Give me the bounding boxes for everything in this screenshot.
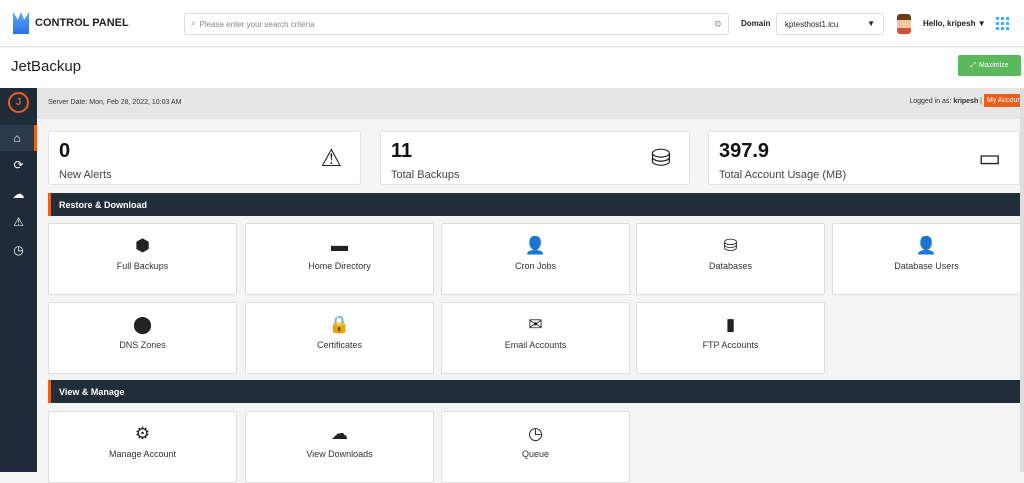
warning-icon[interactable]: ⚠ xyxy=(0,209,37,235)
maximize-label: Maximize xyxy=(979,62,1009,69)
chevron-down-icon: ▼ xyxy=(977,19,986,28)
logged-in-user: kripesh xyxy=(953,98,979,105)
database-icon: ⛁ xyxy=(723,236,738,255)
logged-in-label: Logged in as: xyxy=(909,98,952,105)
tile-label: DNS Zones xyxy=(119,340,166,350)
tile-databases[interactable]: ⛁ Databases xyxy=(636,223,825,295)
lock-icon: 🔒 xyxy=(328,315,351,334)
tile-cron-jobs[interactable]: 👤 Cron Jobs xyxy=(441,223,630,295)
domain-value: kptesthost1.icu xyxy=(785,20,839,29)
clock-icon[interactable]: ◷ xyxy=(0,237,37,263)
tile-database-users[interactable]: 👤 Database Users xyxy=(832,223,1021,295)
stat-value: 0 xyxy=(59,140,71,162)
tile-email-accounts[interactable]: ✉ Email Accounts xyxy=(441,302,630,374)
tile-label: Queue xyxy=(521,449,550,459)
server-bar: Server Date: Mon, Feb 28, 2022, 10:03 AM… xyxy=(37,88,1024,119)
warning-icon: ⚠ xyxy=(320,145,342,172)
tile-ftp-accounts[interactable]: ▮ FTP Accounts xyxy=(636,302,825,374)
search-placeholder: Please enter your search criteria xyxy=(199,19,315,29)
envelope-icon: ✉ xyxy=(528,315,543,334)
gear-icon: ⚙ xyxy=(134,424,151,443)
tile-label: FTP Accounts xyxy=(702,340,759,350)
tile-dns-zones[interactable]: ⬤ DNS Zones xyxy=(48,302,237,374)
stat-value: 11 xyxy=(391,140,413,162)
section-restore-download: Restore & Download xyxy=(48,193,1020,216)
tile-label: Email Accounts xyxy=(504,340,567,350)
brand-name: CONTROL PANEL xyxy=(35,17,129,29)
tile-label: Databases xyxy=(708,261,753,271)
domain-select[interactable]: kptesthost1.icu ▼ xyxy=(776,13,884,35)
jetbackup-logo-icon[interactable]: J xyxy=(8,92,29,113)
stat-card-usage[interactable]: 397.9 Total Account Usage (MB) ▭ xyxy=(708,131,1020,185)
stat-label: Total Backups xyxy=(391,169,460,181)
tile-view-downloads[interactable]: ☁ View Downloads xyxy=(245,411,434,483)
tile-label: Certificates xyxy=(316,340,362,350)
domain-label: Domain xyxy=(741,19,771,28)
cloud-download-icon[interactable]: ☁ xyxy=(0,181,37,207)
apps-grid-icon[interactable] xyxy=(996,17,1009,30)
my-account-button[interactable]: My Account xyxy=(984,94,1024,107)
user-clock-icon: 👤 xyxy=(524,236,547,255)
tile-home-directory[interactable]: ▬ Home Directory xyxy=(245,223,434,295)
scrollbar[interactable] xyxy=(1020,88,1024,472)
maximize-button[interactable]: ⤢ Maximize xyxy=(958,55,1021,76)
hdd-icon: ▭ xyxy=(978,145,1001,172)
home-icon[interactable]: ⌂ xyxy=(0,125,37,151)
cloud-download-icon: ☁ xyxy=(331,424,348,443)
stat-label: New Alerts xyxy=(59,169,112,181)
file-icon: ▮ xyxy=(725,315,736,334)
refresh-icon[interactable]: ⟳ xyxy=(0,152,37,178)
search-input[interactable]: ⌕ Please enter your search criteria ⚙ xyxy=(184,13,729,35)
tile-full-backups[interactable]: ⬢ Full Backups xyxy=(48,223,237,295)
logged-in-info: Logged in as: kripesh | xyxy=(909,98,982,105)
avatar[interactable] xyxy=(897,14,911,34)
brand-logo[interactable]: CONTROL PANEL xyxy=(13,12,129,34)
tile-label: View Downloads xyxy=(306,449,373,459)
chevron-down-icon: ▼ xyxy=(867,19,875,28)
tile-label: Manage Account xyxy=(108,449,177,459)
settings-icon[interactable]: ⚙ xyxy=(714,19,722,30)
page-title: JetBackup xyxy=(11,58,82,75)
top-header: CONTROL PANEL ⌕ Please enter your search … xyxy=(0,0,1024,47)
stat-label: Total Account Usage (MB) xyxy=(719,169,847,181)
stat-card-alerts[interactable]: 0 New Alerts ⚠ xyxy=(48,131,361,185)
tile-label: Cron Jobs xyxy=(514,261,557,271)
logo-icon xyxy=(13,12,29,34)
sidebar: J ⌂ ⟳ ☁ ⚠ ◷ xyxy=(0,88,37,472)
server-date: Server Date: Mon, Feb 28, 2022, 10:03 AM xyxy=(48,99,182,106)
section-view-manage: View & Manage xyxy=(48,380,1020,403)
greeting: Hello, kripesh xyxy=(923,19,976,28)
maximize-icon: ⤢ xyxy=(970,61,977,69)
clock-icon: ◷ xyxy=(528,424,543,443)
search-icon: ⌕ xyxy=(191,19,196,28)
stat-card-backups[interactable]: 11 Total Backups ⛁ xyxy=(380,131,690,185)
tile-manage-account[interactable]: ⚙ Manage Account xyxy=(48,411,237,483)
user-tie-icon: 👤 xyxy=(915,236,938,255)
tile-queue[interactable]: ◷ Queue xyxy=(441,411,630,483)
map-marker-icon: ⬤ xyxy=(132,315,153,334)
title-bar: JetBackup ⤢ Maximize xyxy=(0,48,1024,88)
tile-label: Home Directory xyxy=(308,261,371,271)
tile-label: Full Backups xyxy=(116,261,169,271)
user-menu[interactable]: Hello, kripesh ▼ xyxy=(923,19,986,28)
tile-certificates[interactable]: 🔒 Certificates xyxy=(245,302,434,374)
stat-value: 397.9 xyxy=(719,140,770,162)
database-icon: ⛁ xyxy=(650,145,671,172)
folder-icon: ▬ xyxy=(331,236,348,255)
tile-label: Database Users xyxy=(894,261,959,271)
cubes-icon: ⬢ xyxy=(135,236,150,255)
